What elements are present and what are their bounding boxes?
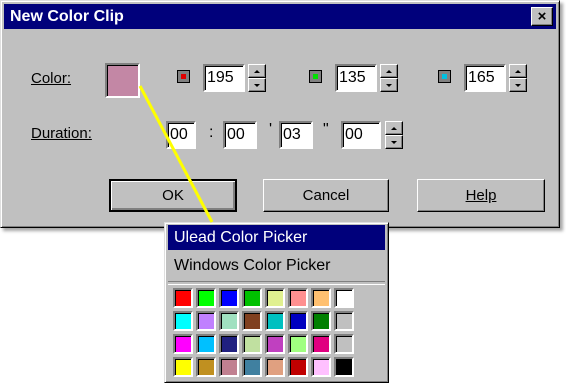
- blue-value-field[interactable]: 165: [464, 64, 506, 92]
- menu-item-windows-color-picker[interactable]: Windows Color Picker: [168, 253, 385, 278]
- green-spinner[interactable]: [380, 64, 398, 92]
- color-swatch[interactable]: [105, 63, 140, 98]
- palette-color-swatch[interactable]: [288, 311, 308, 331]
- palette-color-swatch[interactable]: [288, 357, 308, 377]
- palette-color-swatch[interactable]: [173, 357, 193, 377]
- dialog-title: New Color Clip: [10, 7, 124, 25]
- green-channel-icon: [309, 70, 322, 83]
- palette-color-swatch[interactable]: [265, 334, 285, 354]
- palette-color-swatch[interactable]: [196, 334, 216, 354]
- duration-spin-down-button[interactable]: [385, 135, 403, 149]
- blue-spin-up-button[interactable]: [509, 64, 527, 78]
- palette-color-swatch[interactable]: [242, 357, 262, 377]
- green-spin-up-button[interactable]: [380, 64, 398, 78]
- duration-separator: ': [269, 121, 273, 138]
- duration-label-text: Duration:: [31, 125, 92, 142]
- new-color-clip-dialog: New Color Clip × Color: 195 135 165 Dura…: [0, 0, 560, 228]
- palette-color-swatch[interactable]: [196, 311, 216, 331]
- blue-spin-down-button[interactable]: [509, 78, 527, 92]
- palette-color-swatch[interactable]: [334, 357, 354, 377]
- close-button[interactable]: ×: [531, 7, 553, 26]
- green-spin-down-button[interactable]: [380, 78, 398, 92]
- palette-color-swatch[interactable]: [288, 288, 308, 308]
- palette-color-swatch[interactable]: [311, 311, 331, 331]
- color-label: Color:: [31, 70, 71, 87]
- duration-seconds-field[interactable]: 03: [279, 121, 313, 149]
- menu-item-ulead-color-picker[interactable]: Ulead Color Picker: [168, 225, 385, 250]
- green-value-field[interactable]: 135: [335, 64, 377, 92]
- palette-color-swatch[interactable]: [334, 288, 354, 308]
- palette-color-swatch[interactable]: [173, 288, 193, 308]
- duration-label: Duration:: [31, 125, 92, 142]
- red-spin-down-button[interactable]: [248, 78, 266, 92]
- palette-color-swatch[interactable]: [173, 334, 193, 354]
- palette-color-swatch[interactable]: [242, 334, 262, 354]
- duration-frames-field[interactable]: 00: [341, 121, 381, 149]
- palette-color-swatch[interactable]: [219, 334, 239, 354]
- palette-color-swatch[interactable]: [196, 357, 216, 377]
- palette-color-swatch[interactable]: [311, 288, 331, 308]
- palette-color-swatch[interactable]: [288, 334, 308, 354]
- duration-separator: :: [209, 124, 214, 141]
- color-label-text: Color:: [31, 70, 72, 87]
- blue-channel-icon: [438, 70, 451, 83]
- palette-color-swatch[interactable]: [265, 357, 285, 377]
- menu-separator: [168, 281, 385, 285]
- blue-spinner[interactable]: [509, 64, 527, 92]
- red-channel-icon: [177, 70, 190, 83]
- duration-spin-up-button[interactable]: [385, 121, 403, 135]
- palette-color-swatch[interactable]: [219, 357, 239, 377]
- close-icon: ×: [537, 8, 547, 25]
- palette-color-swatch[interactable]: [196, 288, 216, 308]
- palette-color-swatch[interactable]: [219, 311, 239, 331]
- red-value-field[interactable]: 195: [203, 64, 245, 92]
- palette-color-swatch[interactable]: [265, 311, 285, 331]
- palette-color-swatch[interactable]: [173, 311, 193, 331]
- palette-color-swatch[interactable]: [242, 288, 262, 308]
- palette-color-swatch[interactable]: [334, 334, 354, 354]
- red-spin-up-button[interactable]: [248, 64, 266, 78]
- duration-spinner[interactable]: [385, 121, 403, 149]
- duration-minutes-field[interactable]: 00: [223, 121, 257, 149]
- duration-separator: ": [323, 121, 329, 138]
- ok-button[interactable]: OK: [109, 179, 237, 212]
- title-bar[interactable]: New Color Clip ×: [4, 4, 556, 29]
- help-button[interactable]: Help: [417, 179, 545, 212]
- palette-color-swatch[interactable]: [265, 288, 285, 308]
- palette-color-swatch[interactable]: [311, 357, 331, 377]
- palette-color-swatch[interactable]: [334, 311, 354, 331]
- palette-color-swatch[interactable]: [219, 288, 239, 308]
- palette-color-swatch[interactable]: [242, 311, 262, 331]
- cancel-button[interactable]: Cancel: [263, 179, 389, 212]
- color-palette-grid: [173, 288, 354, 377]
- duration-hours-field[interactable]: 00: [166, 121, 196, 149]
- color-picker-menu: Ulead Color Picker Windows Color Picker: [164, 222, 389, 383]
- palette-color-swatch[interactable]: [311, 334, 331, 354]
- red-spinner[interactable]: [248, 64, 266, 92]
